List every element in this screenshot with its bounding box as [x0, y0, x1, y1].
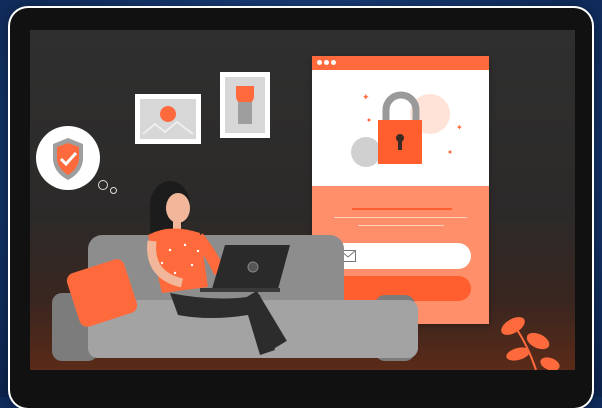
thought-bubble [110, 187, 117, 194]
window-dot-icon [317, 60, 322, 65]
window-title-bar [312, 56, 489, 70]
landscape-picture-icon [140, 99, 196, 139]
abstract-picture-icon [225, 77, 265, 133]
email-field[interactable] [330, 243, 471, 269]
divider-line [352, 208, 452, 210]
svg-text:✦: ✦ [456, 123, 463, 132]
person-with-laptop-illustration [147, 181, 290, 355]
window-dot-icon [324, 60, 329, 65]
thought-bubble [98, 180, 108, 190]
illustration-screen: ✦ ✦ [30, 30, 575, 370]
shield-check-icon [53, 138, 83, 180]
window-dot-icon [331, 60, 336, 65]
divider-line [358, 225, 444, 226]
svg-text:✦: ✦ [362, 93, 370, 103]
divider-line [334, 217, 467, 218]
wall-picture-left [135, 94, 201, 144]
plant-leaves-icon [501, 317, 560, 370]
security-badge [36, 126, 100, 190]
padlock-icon: ✦ ✦ [351, 91, 463, 167]
wall-picture-right [220, 72, 270, 138]
